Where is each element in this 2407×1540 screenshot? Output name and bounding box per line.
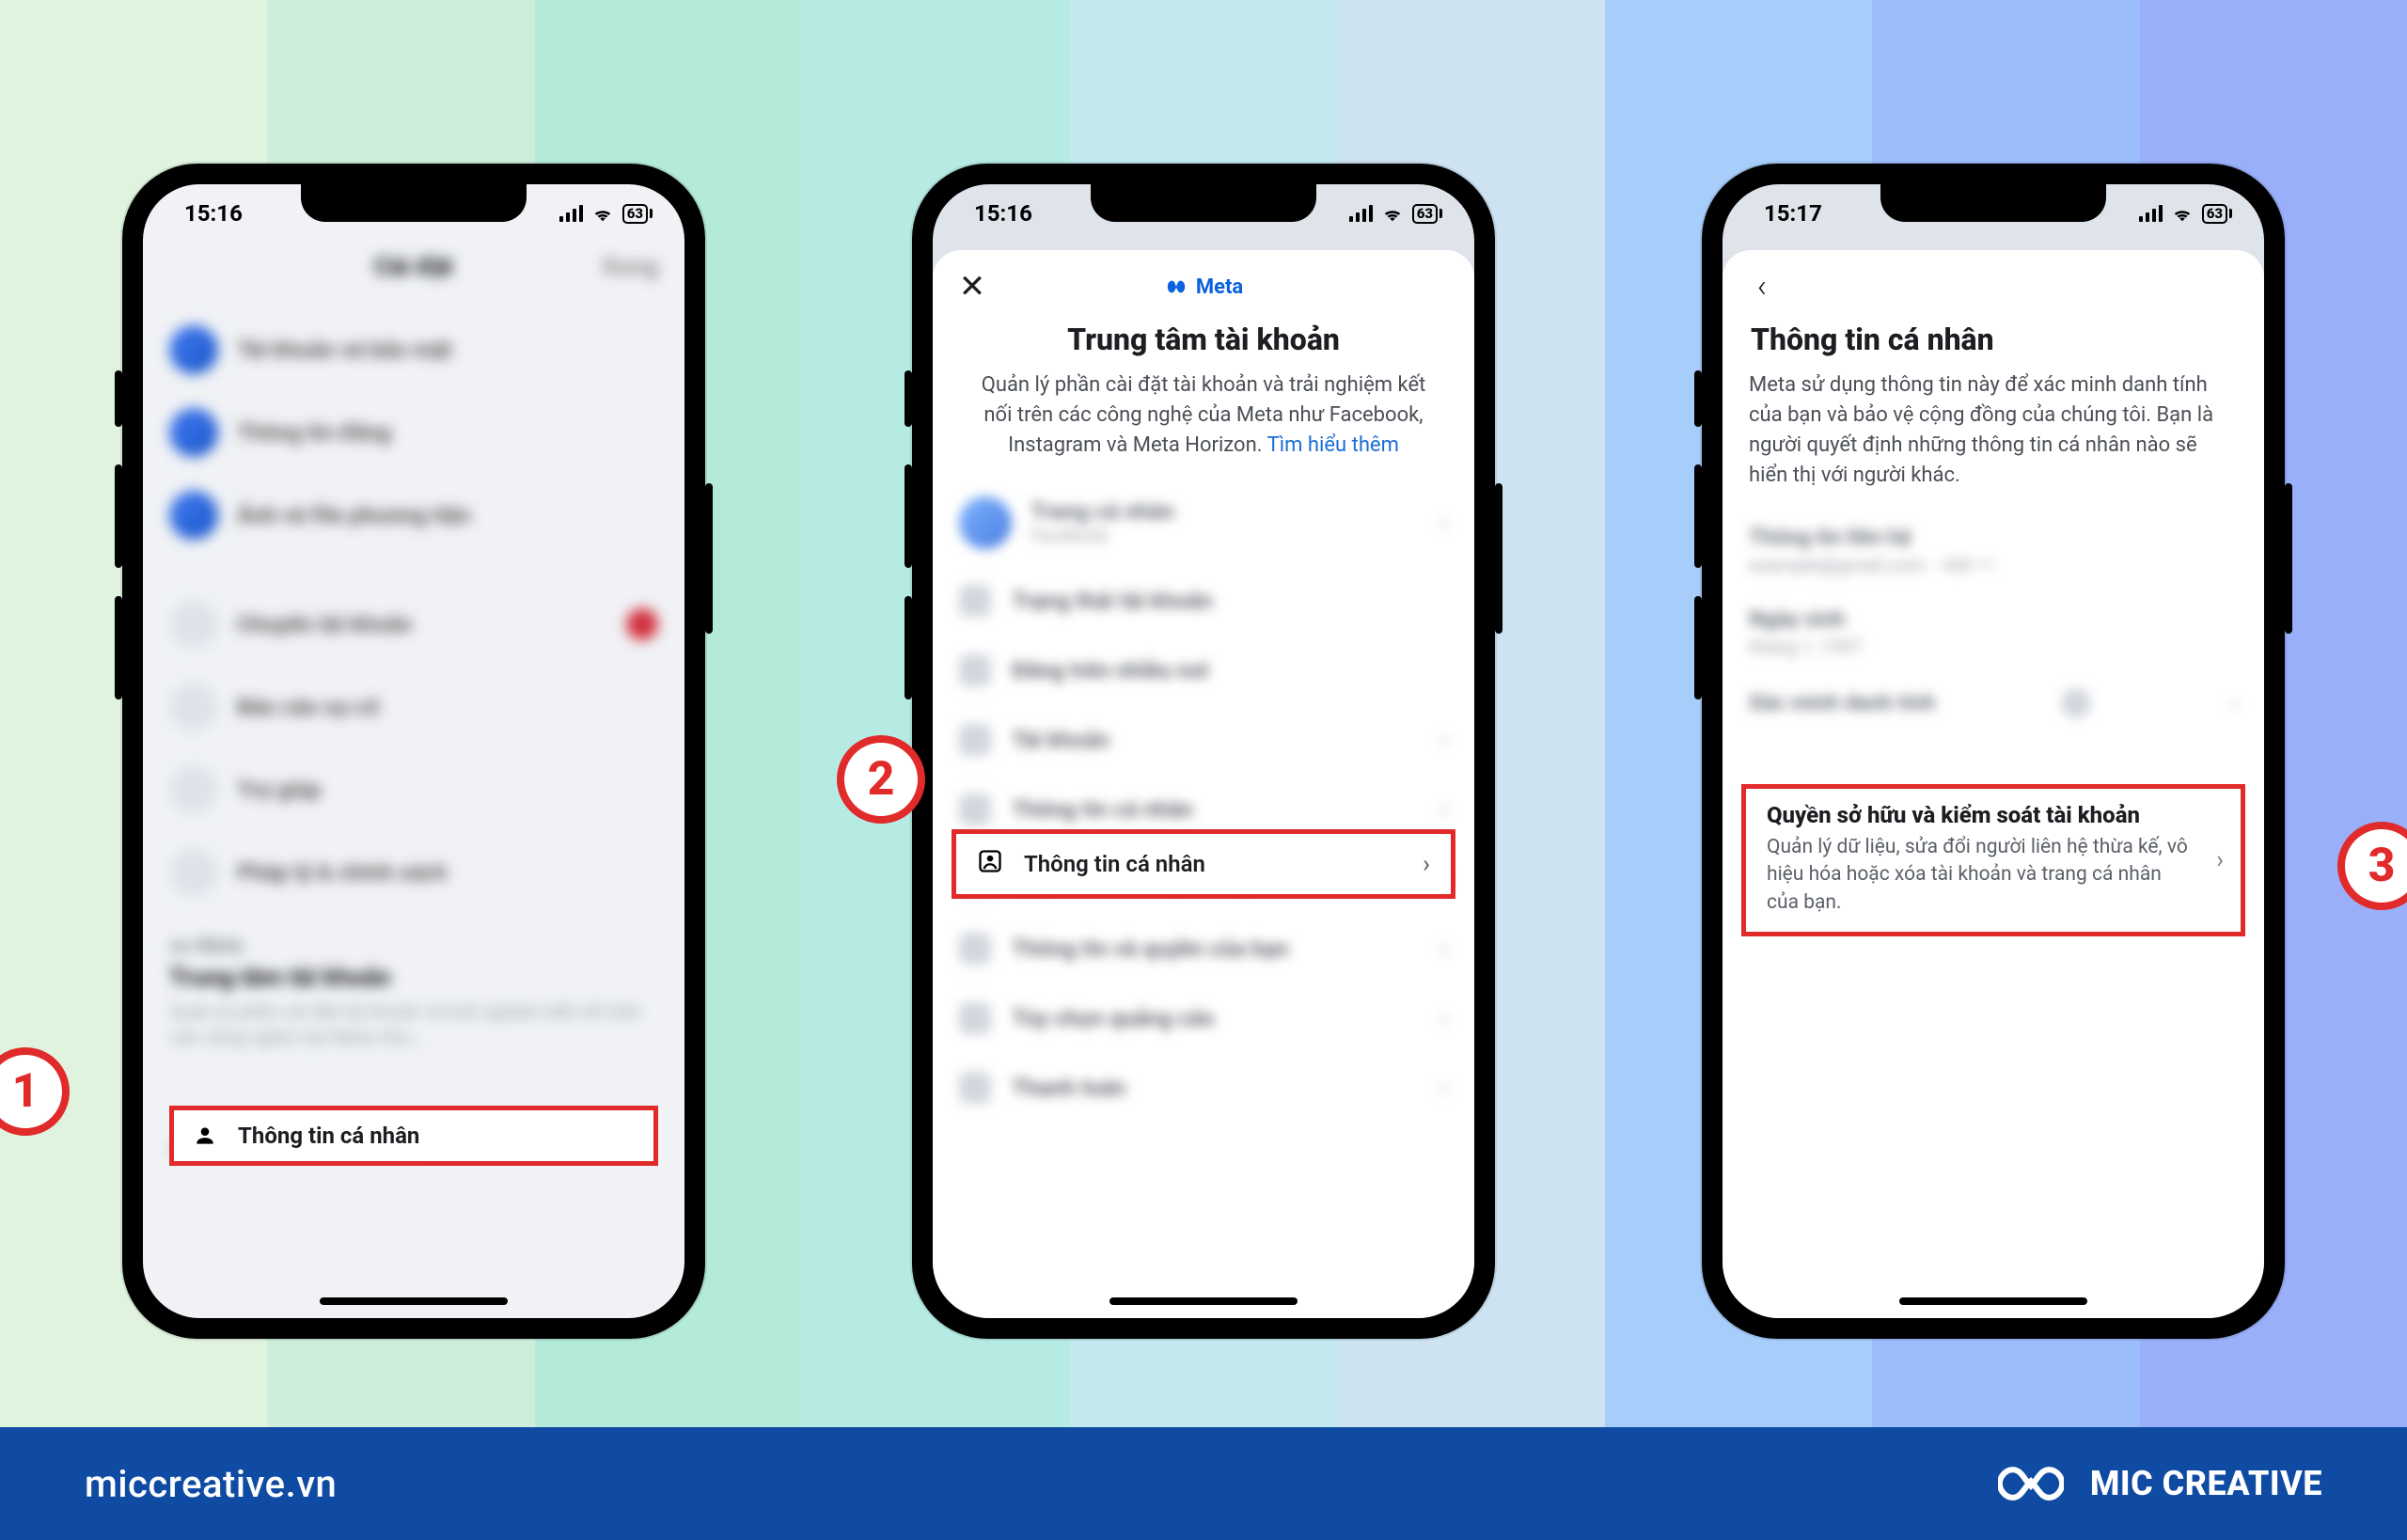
- account-icon: [169, 325, 218, 374]
- chevron-right-icon: ›: [2216, 846, 2224, 874]
- list-item[interactable]: Báo cáo sự cố: [237, 694, 379, 720]
- list-item[interactable]: Thanh toán›: [933, 1053, 1474, 1123]
- list-item[interactable]: Thông tin đăng: [237, 419, 391, 446]
- sheet-title: Trung tâm tài khoản: [933, 316, 1474, 370]
- step-badge-2: 2: [837, 735, 925, 824]
- meta-brand: ∞ Meta: [169, 935, 658, 958]
- list-item[interactable]: Tài khoản›: [933, 705, 1474, 775]
- person-icon: [191, 1122, 219, 1150]
- phone-shell: 15:17 63 ‹ Thông tin cá nhân Meta sử dụn…: [1702, 164, 2285, 1339]
- status-time: 15:17: [1764, 200, 1822, 227]
- contact-info-item[interactable]: Thông tin liên hệ example@gmail.com · +8…: [1723, 510, 2264, 591]
- wifi-icon: [2172, 205, 2193, 222]
- ads-icon: [959, 1002, 991, 1034]
- wifi-icon: [1382, 205, 1403, 222]
- list-item[interactable]: Ảnh và file phương tiện: [237, 502, 471, 528]
- status-time: 15:16: [184, 200, 243, 227]
- accounts-center-desc: Quản lý phần cài đặt tài khoản và trải n…: [169, 999, 658, 1050]
- page-title: Cài đặt: [226, 253, 602, 281]
- list-item[interactable]: Thông tin và quyền của bạn›: [933, 914, 1474, 983]
- sheet-description: Meta sử dụng thông tin này để xác minh d…: [1723, 370, 2264, 510]
- list-item[interactable]: Tài khoản và bảo mật: [237, 337, 452, 363]
- birthday-item[interactable]: Ngày sinh tháng 1, 1997: [1723, 591, 2264, 673]
- list-item[interactable]: Chuyển tài khoản: [237, 611, 412, 637]
- battery-icon: 63: [622, 204, 648, 224]
- signal-icon: [2139, 205, 2163, 222]
- signal-icon: [559, 205, 583, 222]
- crosspost-icon: [959, 654, 991, 686]
- ownership-desc: Quản lý dữ liệu, sửa đổi người liên hệ t…: [1767, 834, 2188, 917]
- battery-icon: 63: [2202, 204, 2227, 224]
- accounts-center-heading: Trung tâm tài khoản: [169, 964, 658, 992]
- footer: miccreative.vn MIC CREATIVE: [0, 1427, 2407, 1540]
- accounts-icon: [959, 724, 991, 756]
- phone-3: 3 15:17 63 ‹: [1702, 164, 2285, 1339]
- phone-shell: 15:16 63 ✕ Meta: [912, 164, 1495, 1339]
- list-item[interactable]: Trạng thái tài khoản: [933, 566, 1474, 636]
- sheet-description: Quản lý phần cài đặt tài khoản và trải n…: [933, 370, 1474, 479]
- personal-info-sheet: ‹ Thông tin cá nhân Meta sử dụng thông t…: [1723, 250, 2264, 1318]
- battery-icon: 63: [1412, 204, 1438, 224]
- personal-info-row[interactable]: Thông tin cá nhân: [169, 1106, 658, 1166]
- personal-info-item[interactable]: Thông tin cá nhân ›: [952, 829, 1455, 899]
- notification-badge: [626, 608, 658, 640]
- meta-brand-logo: Meta: [989, 275, 1418, 299]
- sheet-title: Thông tin cá nhân: [1723, 316, 2264, 370]
- help-icon: [169, 765, 218, 814]
- personal-info-label: Thông tin cá nhân: [1024, 851, 1205, 877]
- signal-icon: [1349, 205, 1373, 222]
- back-icon[interactable]: ‹: [1745, 271, 1779, 303]
- status-icon: [959, 585, 991, 617]
- info-icon: [959, 933, 991, 965]
- phone-shell: 15:16 63 Cài đặt Xong: [122, 164, 705, 1339]
- payment-icon: [959, 1072, 991, 1104]
- report-icon: [169, 683, 218, 731]
- chevron-right-icon: ›: [2230, 689, 2238, 717]
- avatar: [959, 496, 1012, 549]
- step-badge-1: 1: [0, 1047, 70, 1136]
- wifi-icon: [592, 205, 613, 222]
- list-item[interactable]: Tùy chọn quảng cáo›: [933, 983, 1474, 1053]
- personal-info-label: Thông tin cá nhân: [238, 1123, 419, 1149]
- ownership-title: Quyền sở hữu và kiểm soát tài khoản: [1767, 802, 2188, 828]
- ownership-control-item[interactable]: Quyền sở hữu và kiểm soát tài khoản Quản…: [1741, 784, 2245, 936]
- list-item[interactable]: Trợ giúp: [237, 777, 322, 803]
- person-badge-icon: [977, 848, 1003, 880]
- stage: 1 15:16 63: [0, 0, 2407, 1540]
- learn-more-link[interactable]: Tìm hiểu thêm: [1267, 433, 1399, 457]
- step-badge-3: 3: [2337, 822, 2407, 910]
- switch-icon: [169, 600, 218, 649]
- identity-item[interactable]: Xác minh danh tính ›: [1723, 673, 2264, 733]
- legal-icon: [169, 848, 218, 897]
- brand-logo-icon: [1998, 1462, 2064, 1505]
- accounts-center-sheet: ✕ Meta Trung tâm tài khoản Quản lý phần …: [933, 250, 1474, 1318]
- verify-icon: [2061, 688, 2091, 718]
- phones-row: 1 15:16 63: [0, 0, 2407, 1427]
- chevron-right-icon: ›: [1423, 850, 1430, 878]
- list-item[interactable]: Pháp lý & chính sách: [237, 859, 448, 886]
- footer-brand: MIC CREATIVE: [2090, 1464, 2322, 1503]
- bell-icon: [169, 408, 218, 457]
- phone-1: 1 15:16 63: [122, 164, 705, 1339]
- phone-2: 2 15:16 63 ✕: [912, 164, 1495, 1339]
- chevron-right-icon: ›: [1440, 509, 1448, 537]
- profile-row[interactable]: Trang cá nhânFacebook ›: [933, 479, 1474, 566]
- status-right: 63: [559, 204, 653, 224]
- media-icon: [169, 491, 218, 540]
- person-badge-icon: [959, 794, 991, 825]
- close-icon[interactable]: ✕: [955, 271, 989, 303]
- footer-site: miccreative.vn: [85, 1462, 337, 1506]
- done-button[interactable]: Xong: [602, 253, 658, 281]
- list-item[interactable]: Đăng trên nhiều nơi: [933, 636, 1474, 705]
- status-time: 15:16: [974, 200, 1032, 227]
